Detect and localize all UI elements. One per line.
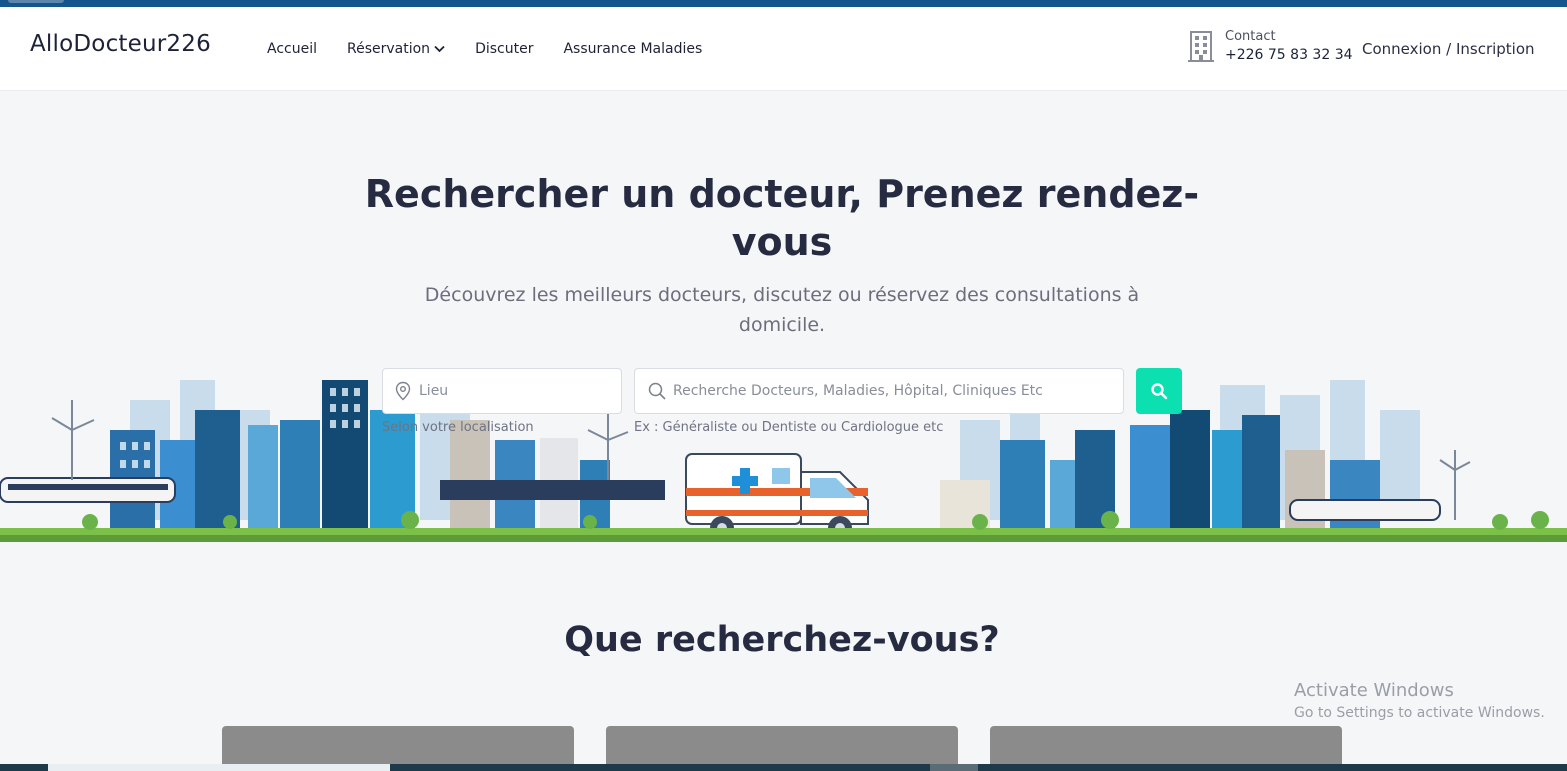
contact-phone[interactable]: +226 75 83 32 34 bbox=[1225, 47, 1353, 63]
windows-activation-watermark: Activate Windows Go to Settings to activ… bbox=[1294, 680, 1545, 721]
location-hint: Selon votre localisation bbox=[382, 420, 534, 435]
contact-block: Contact +226 75 83 32 34 bbox=[1187, 29, 1353, 63]
search-button[interactable] bbox=[1136, 368, 1182, 414]
hero-title: Rechercher un docteur, Prenez rendez-vou… bbox=[364, 172, 1200, 264]
location-input[interactable] bbox=[419, 383, 621, 399]
main-nav: Accueil Réservation Discuter Assurance M… bbox=[267, 41, 702, 57]
taskbar-app-button[interactable] bbox=[930, 764, 978, 771]
nav-item-discuter[interactable]: Discuter bbox=[475, 41, 533, 57]
chevron-down-icon bbox=[434, 45, 445, 53]
location-pin-icon bbox=[395, 381, 411, 401]
watermark-line1: Activate Windows bbox=[1294, 680, 1454, 701]
ambulance bbox=[685, 453, 869, 540]
query-input[interactable] bbox=[673, 383, 1123, 399]
os-taskbar bbox=[0, 764, 1567, 771]
location-field[interactable] bbox=[382, 368, 622, 414]
browser-tab[interactable] bbox=[8, 0, 64, 3]
nav-item-reservation-label: Réservation bbox=[347, 41, 431, 57]
contact-label: Contact bbox=[1225, 29, 1276, 44]
query-field[interactable] bbox=[634, 368, 1124, 414]
site-header: AlloDocteur226 Accueil Réservation Discu… bbox=[0, 7, 1567, 91]
hero-subtitle: Découvrez les meilleurs docteurs, discut… bbox=[424, 284, 1140, 336]
browser-top-strip bbox=[0, 0, 1567, 7]
nav-item-accueil[interactable]: Accueil bbox=[267, 41, 317, 57]
query-hint: Ex : Généraliste ou Dentiste ou Cardiolo… bbox=[634, 420, 944, 435]
login-register-link[interactable]: Connexion / Inscription bbox=[1362, 40, 1535, 58]
search-icon bbox=[1151, 383, 1168, 400]
building-icon bbox=[1188, 31, 1214, 62]
search-icon bbox=[648, 382, 666, 400]
contact-text: Contact +226 75 83 32 34 bbox=[1225, 29, 1353, 63]
section-title: Que recherchez-vous? bbox=[564, 620, 1000, 660]
nav-item-reservation[interactable]: Réservation bbox=[347, 41, 445, 57]
watermark-line2: Go to Settings to activate Windows. bbox=[1294, 705, 1545, 721]
nav-item-assurance[interactable]: Assurance Maladies bbox=[563, 41, 702, 57]
taskbar-search-box[interactable] bbox=[48, 764, 390, 771]
site-logo[interactable]: AlloDocteur226 bbox=[30, 31, 211, 57]
